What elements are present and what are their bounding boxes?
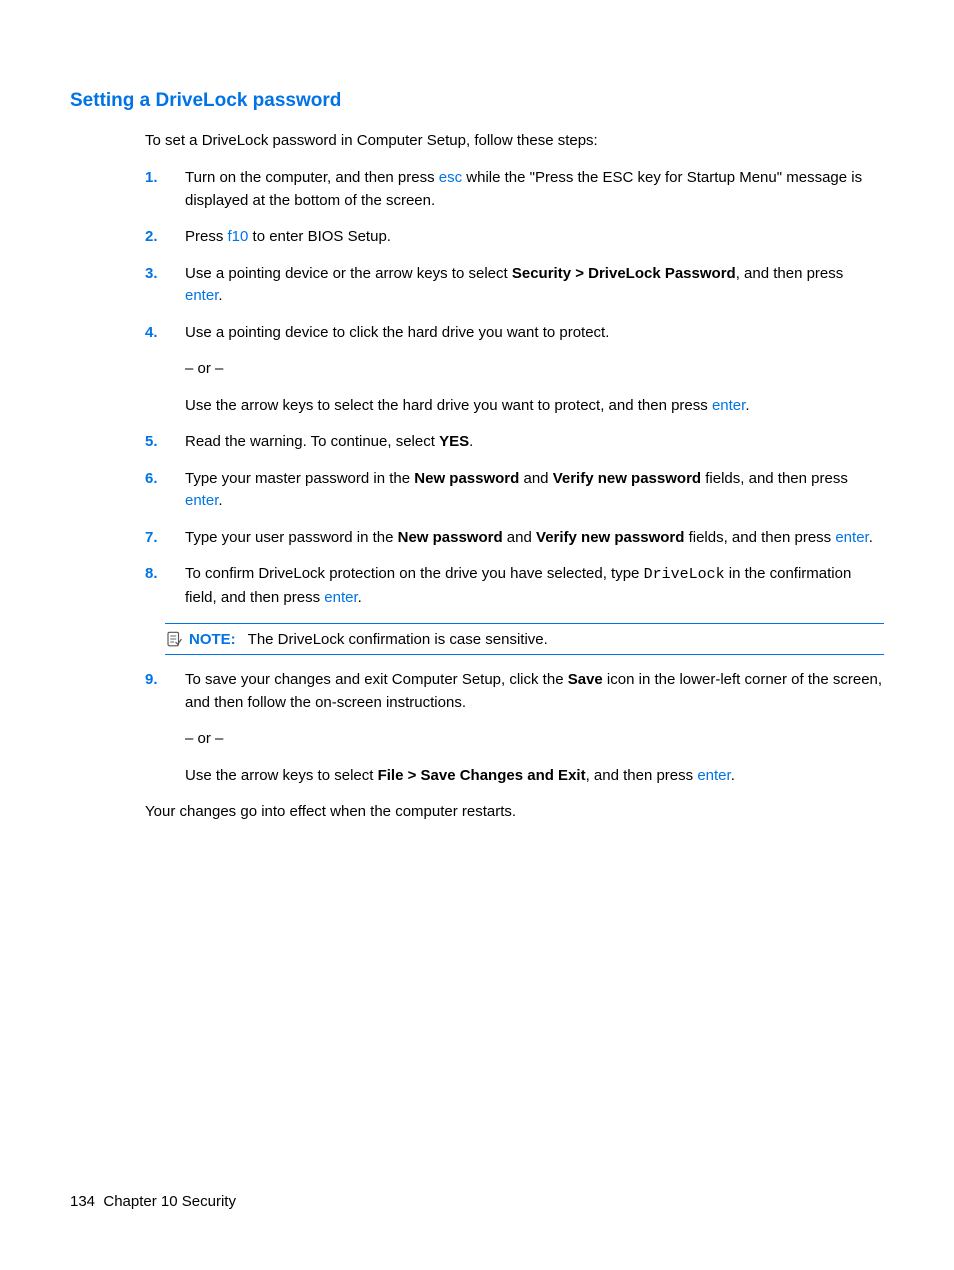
- step-8: 8. To confirm DriveLock protection on th…: [145, 563, 884, 609]
- step-number: 4.: [145, 322, 185, 418]
- step-body: Use a pointing device to click the hard …: [185, 322, 884, 418]
- section-heading: Setting a DriveLock password: [70, 90, 884, 112]
- document-page: Setting a DriveLock password To set a Dr…: [0, 0, 954, 1270]
- key-enter: enter: [185, 492, 218, 509]
- step-number: 1.: [145, 167, 185, 212]
- text: .: [745, 397, 749, 414]
- or-separator: – or –: [185, 358, 884, 381]
- or-separator: – or –: [185, 728, 884, 751]
- step-number: 7.: [145, 527, 185, 550]
- step-body: To confirm DriveLock protection on the d…: [185, 563, 884, 609]
- page-footer: 134 Chapter 10 Security: [70, 1193, 236, 1210]
- key-enter: enter: [835, 529, 868, 546]
- text: Turn on the computer, and then press: [185, 169, 439, 186]
- text: , and then press: [586, 767, 698, 784]
- page-number: 134: [70, 1193, 95, 1210]
- key-enter: enter: [697, 767, 730, 784]
- note-label: NOTE:: [189, 631, 236, 648]
- field-new-password: New password: [398, 529, 503, 546]
- text: and: [503, 529, 536, 546]
- field-verify-password: Verify new password: [536, 529, 684, 546]
- key-enter: enter: [185, 287, 218, 304]
- text: Read the warning. To continue, select: [185, 433, 439, 450]
- step-body: Turn on the computer, and then press esc…: [185, 167, 884, 212]
- step-body: Press f10 to enter BIOS Setup.: [185, 226, 884, 249]
- note-text: The DriveLock confirmation is case sensi…: [248, 631, 548, 648]
- note-box: NOTE: The DriveLock confirmation is case…: [165, 623, 884, 655]
- closing-text: Your changes go into effect when the com…: [145, 801, 884, 822]
- text: Type your user password in the: [185, 529, 398, 546]
- step-body: Use a pointing device or the arrow keys …: [185, 263, 884, 308]
- text: and: [519, 470, 552, 487]
- field-new-password: New password: [414, 470, 519, 487]
- step-1: 1. Turn on the computer, and then press …: [145, 167, 884, 212]
- step-number: 3.: [145, 263, 185, 308]
- step-4: 4. Use a pointing device to click the ha…: [145, 322, 884, 418]
- text: To save your changes and exit Computer S…: [185, 671, 568, 688]
- text: Use the arrow keys to select the hard dr…: [185, 397, 712, 414]
- text: To confirm DriveLock protection on the d…: [185, 565, 644, 582]
- menu-path: File > Save Changes and Exit: [378, 767, 586, 784]
- text: fields, and then press: [701, 470, 848, 487]
- text: .: [469, 433, 473, 450]
- step-2: 2. Press f10 to enter BIOS Setup.: [145, 226, 884, 249]
- text: to enter BIOS Setup.: [248, 228, 391, 245]
- literal-drivelock: DriveLock: [644, 566, 725, 583]
- key-esc: esc: [439, 169, 462, 186]
- text: fields, and then press: [684, 529, 835, 546]
- save-icon-ref: Save: [568, 671, 603, 688]
- step-number: 9.: [145, 669, 185, 787]
- step-body: Read the warning. To continue, select YE…: [185, 431, 884, 454]
- step-number: 2.: [145, 226, 185, 249]
- text: .: [731, 767, 735, 784]
- key-enter: enter: [324, 589, 357, 606]
- step-body: Type your user password in the New passw…: [185, 527, 884, 550]
- text: .: [358, 589, 362, 606]
- menu-path: Security > DriveLock Password: [512, 265, 736, 282]
- step-body: Type your master password in the New pas…: [185, 468, 884, 513]
- text: Type your master password in the: [185, 470, 414, 487]
- step-number: 8.: [145, 563, 185, 609]
- option-yes: YES: [439, 433, 469, 450]
- key-f10: f10: [228, 228, 249, 245]
- chapter-label: Chapter 10 Security: [103, 1193, 236, 1210]
- step-7: 7. Type your user password in the New pa…: [145, 527, 884, 550]
- text: Use a pointing device to click the hard …: [185, 322, 884, 345]
- text: .: [218, 287, 222, 304]
- text: .: [218, 492, 222, 509]
- key-enter: enter: [712, 397, 745, 414]
- note-icon: [165, 630, 183, 648]
- intro-text: To set a DriveLock password in Computer …: [145, 130, 884, 151]
- step-number: 5.: [145, 431, 185, 454]
- step-3: 3. Use a pointing device or the arrow ke…: [145, 263, 884, 308]
- step-6: 6. Type your master password in the New …: [145, 468, 884, 513]
- step-9: 9. To save your changes and exit Compute…: [145, 669, 884, 787]
- text: , and then press: [736, 265, 844, 282]
- text: .: [869, 529, 873, 546]
- text: Use a pointing device or the arrow keys …: [185, 265, 512, 282]
- text: Press: [185, 228, 228, 245]
- step-5: 5. Read the warning. To continue, select…: [145, 431, 884, 454]
- text: Use the arrow keys to select: [185, 767, 378, 784]
- step-number: 6.: [145, 468, 185, 513]
- field-verify-password: Verify new password: [553, 470, 701, 487]
- step-body: To save your changes and exit Computer S…: [185, 669, 884, 787]
